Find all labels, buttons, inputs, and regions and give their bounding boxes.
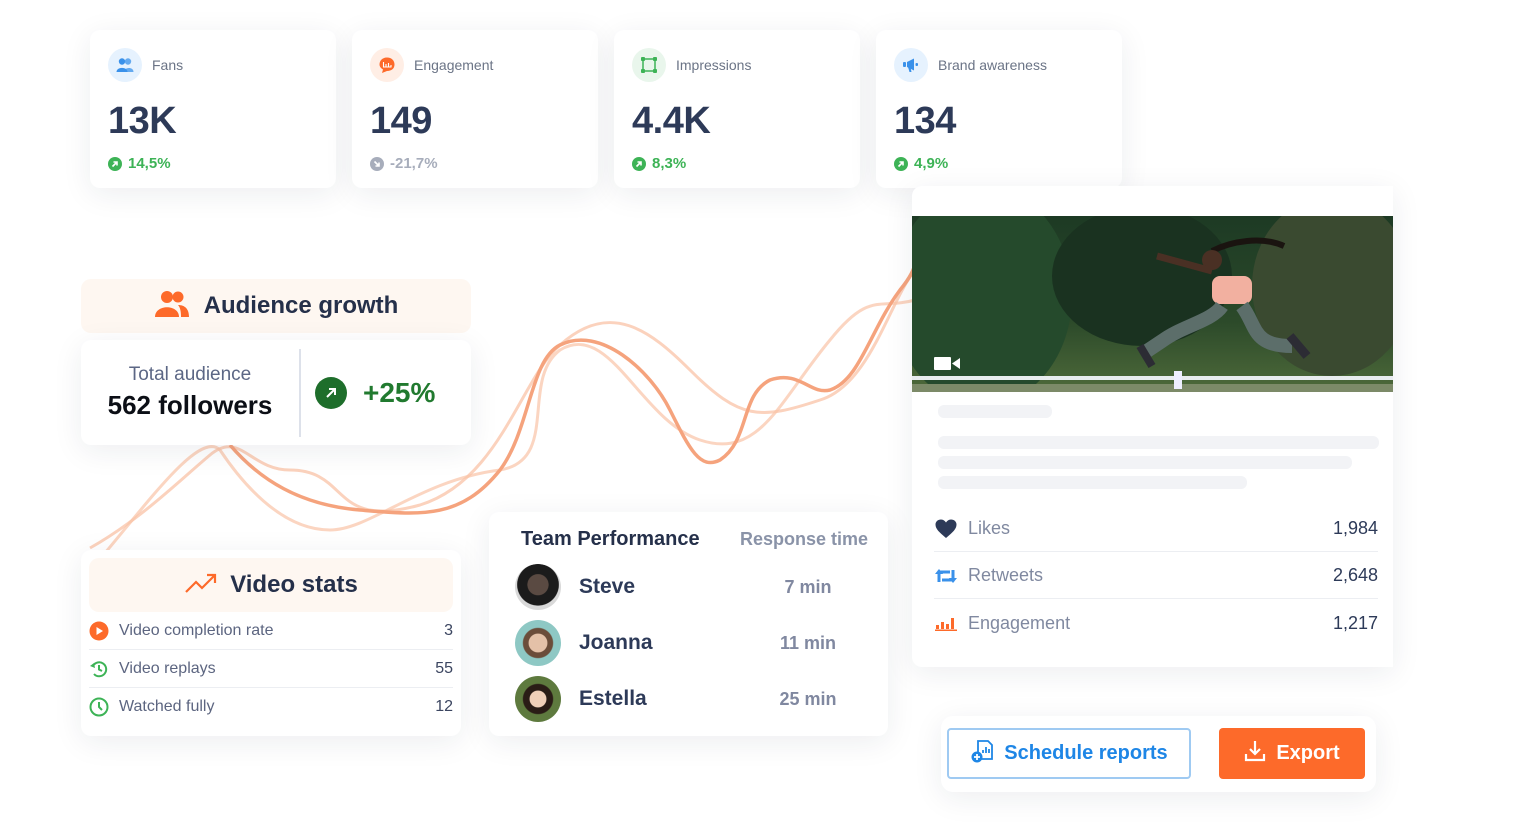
avatar <box>515 676 561 722</box>
kpi-value: 149 <box>370 100 432 142</box>
fans-icon <box>108 48 142 82</box>
avatar <box>515 620 561 666</box>
kpi-card-brand-awareness[interactable]: Brand awareness 134 4,9% <box>876 30 1122 188</box>
video-stat-row: Video completion rate 3 <box>89 612 453 650</box>
skeleton-line <box>938 456 1352 469</box>
kpi-label: Engagement <box>414 57 494 73</box>
bar-chart-icon <box>934 611 958 635</box>
video-stat-label: Video completion rate <box>119 621 274 639</box>
member-response-time: 7 min <box>784 576 832 597</box>
trend-down-icon <box>370 156 384 171</box>
download-icon <box>1244 740 1266 768</box>
video-camera-icon <box>934 356 960 376</box>
report-actions: Schedule reports Export <box>941 716 1376 792</box>
kpi-change: 14,5% <box>128 155 171 172</box>
team-performance-card: Team Performance Response time Steve 7 m… <box>489 512 888 736</box>
heart-icon <box>934 517 958 541</box>
kpi-label: Fans <box>152 57 184 73</box>
skeleton-line <box>938 476 1247 489</box>
post-video-thumbnail[interactable] <box>912 216 1393 392</box>
audience-growth-header: Audience growth <box>81 279 471 333</box>
team-member-row[interactable]: Steve 7 min <box>515 559 868 615</box>
export-button[interactable]: Export <box>1219 728 1365 779</box>
engagement-chat-icon <box>370 48 404 82</box>
kpi-label: Impressions <box>676 57 752 73</box>
video-stat-label: Watched fully <box>119 698 215 715</box>
dashboard-stage: Fans 13K 14,5% Engagement 149 -21,7% Imp… <box>0 0 1530 834</box>
growth-percent: +25% <box>363 376 436 408</box>
video-stat-value: 12 <box>435 698 453 715</box>
skeleton-line <box>938 436 1379 449</box>
schedule-report-icon <box>970 739 994 769</box>
schedule-reports-button[interactable]: Schedule reports <box>947 728 1191 779</box>
post-metric-label: Likes <box>968 518 1011 538</box>
megaphone-icon <box>894 48 928 82</box>
member-name: Joanna <box>579 631 653 654</box>
team-member-row[interactable]: Joanna 11 min <box>515 615 868 671</box>
audience-growth-card: Total audience 562 followers +25% <box>81 340 471 445</box>
clock-icon <box>89 697 109 717</box>
retweet-icon <box>934 564 958 588</box>
kpi-value: 4.4K <box>632 100 711 142</box>
member-name: Steve <box>579 575 636 598</box>
kpi-change: -21,7% <box>390 155 438 172</box>
post-metric-value: 1,217 <box>1332 612 1378 633</box>
impressions-frame-icon <box>632 48 666 82</box>
audience-icon <box>154 290 190 323</box>
avatar <box>515 564 561 610</box>
schedule-reports-label: Schedule reports <box>1004 742 1168 764</box>
play-circle-icon <box>89 621 109 641</box>
post-metric-label: Engagement <box>968 612 1071 633</box>
kpi-label: Brand awareness <box>938 57 1047 73</box>
trend-up-icon <box>632 156 646 171</box>
member-response-time: 25 min <box>779 688 837 709</box>
trending-up-icon <box>184 572 218 599</box>
post-metric-label: Retweets <box>968 565 1044 585</box>
video-stat-row: Watched fully 12 <box>89 688 453 726</box>
replay-history-icon <box>89 659 109 679</box>
post-metric-value: 1,984 <box>1332 518 1378 538</box>
kpi-value: 134 <box>894 100 956 142</box>
member-name: Estella <box>579 687 647 710</box>
post-metric-row: Likes 1,984 <box>934 506 1378 552</box>
skeleton-line <box>938 405 1052 418</box>
kpi-card-impressions[interactable]: Impressions 4.4K 8,3% <box>614 30 860 188</box>
trend-up-icon <box>894 156 908 171</box>
post-metric-row: Retweets 2,648 <box>934 553 1378 599</box>
team-performance-title: Team Performance <box>521 528 700 550</box>
kpi-card-engagement[interactable]: Engagement 149 -21,7% <box>352 30 598 188</box>
video-stat-value: 3 <box>444 621 453 639</box>
growth-arrow-icon <box>315 376 347 409</box>
kpi-value: 13K <box>108 100 177 142</box>
video-stat-value: 55 <box>435 659 453 677</box>
video-stats-card: Video stats Video completion rate 3 Vide… <box>81 550 461 736</box>
export-label: Export <box>1276 742 1340 764</box>
video-stats-title: Video stats <box>230 571 358 598</box>
video-stat-row: Video replays 55 <box>89 650 453 688</box>
audience-growth-title: Audience growth <box>203 292 399 319</box>
kpi-change: 8,3% <box>652 155 687 172</box>
post-metric-row: Engagement 1,217 <box>934 600 1378 646</box>
kpi-card-fans[interactable]: Fans 13K 14,5% <box>90 30 336 188</box>
response-time-header: Response time <box>739 529 868 549</box>
video-stat-label: Video replays <box>119 659 216 677</box>
team-member-row[interactable]: Estella 25 min <box>515 671 868 727</box>
followers-count: 562 followers <box>107 390 273 420</box>
video-stats-header: Video stats <box>89 558 453 612</box>
member-response-time: 11 min <box>779 632 837 653</box>
trend-up-icon <box>108 156 122 171</box>
kpi-change: 4,9% <box>914 155 949 172</box>
post-metric-value: 2,648 <box>1332 565 1378 585</box>
post-preview-card: Likes 1,984 Retweets 2,648 Engagement 1,… <box>912 186 1393 667</box>
total-audience-label: Total audience <box>128 364 252 385</box>
